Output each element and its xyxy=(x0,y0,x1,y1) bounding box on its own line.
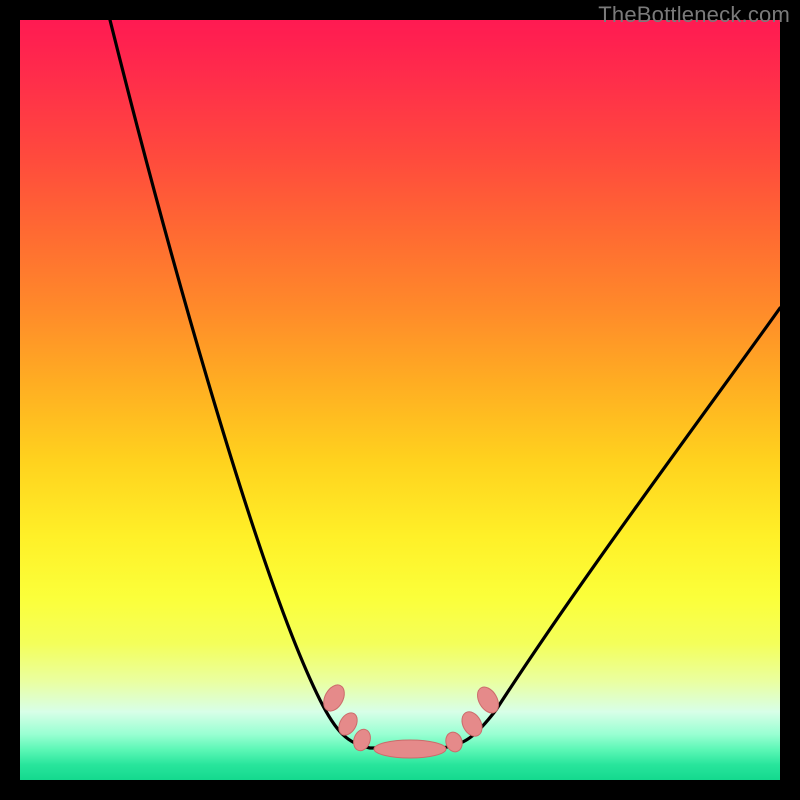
chart-frame: TheBottleneck.com xyxy=(0,0,800,800)
watermark-text: TheBottleneck.com xyxy=(598,2,790,28)
curve-layer xyxy=(20,20,780,780)
marker xyxy=(443,730,464,754)
marker-group xyxy=(319,681,502,758)
bottleneck-curve xyxy=(110,20,780,748)
marker xyxy=(473,683,503,716)
plot-area xyxy=(20,20,780,780)
marker xyxy=(458,708,486,739)
marker xyxy=(374,740,446,758)
